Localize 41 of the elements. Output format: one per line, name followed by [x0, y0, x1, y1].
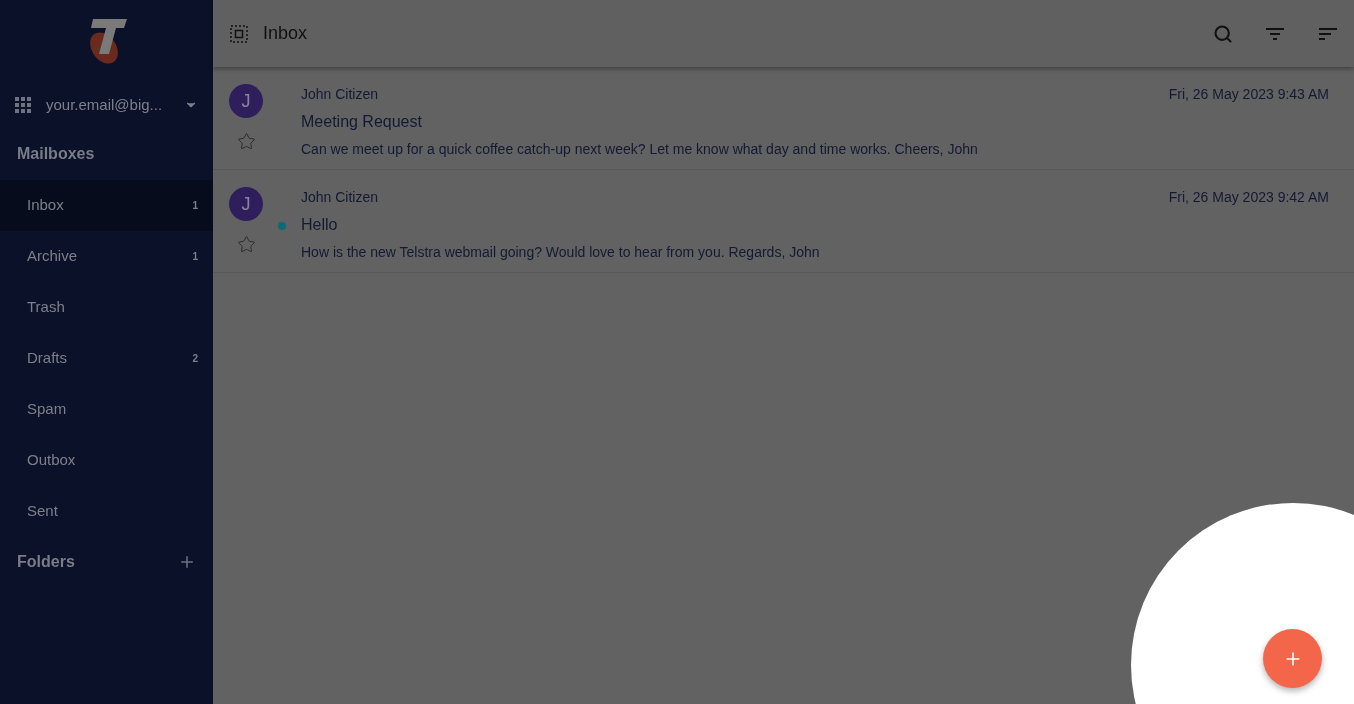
mailboxes-heading: Mailboxes [16, 144, 96, 164]
mailbox-label: Drafts [27, 348, 67, 369]
mailbox-label: Sent [27, 501, 58, 522]
message-date: Fri, 26 May 2023 9:42 AM [1168, 188, 1329, 207]
sender-name: John Citizen [301, 85, 379, 104]
account-email[interactable]: your.email@big... [46, 93, 169, 117]
search-icon[interactable] [1213, 23, 1233, 44]
mailbox-item[interactable]: Spam [0, 384, 213, 435]
select-icon[interactable] [230, 24, 248, 43]
sender-name: John Citizen [301, 188, 379, 207]
mailbox-item[interactable]: Inbox 1 [0, 180, 213, 231]
message-preview: Can we meet up for a quick coffee catch-up next week? Let me know what day and time works. Cheers, John [301, 140, 979, 159]
mailbox-item[interactable]: Drafts 2 [0, 333, 213, 384]
sort-icon[interactable] [1319, 26, 1337, 41]
mailbox-label: Inbox [27, 195, 64, 216]
message-row[interactable]: J John Citizen Fri, 26 May 2023 9:43 AM Meeting Request Can we meet up for a quick coffee catch-up next week? Let me know what day and time works. Cheers, John [213, 67, 1354, 170]
message-subject: Meeting Request [301, 112, 423, 132]
unread-count: 1 [192, 199, 198, 213]
star-icon[interactable] [236, 235, 256, 254]
avatar: J [229, 187, 263, 221]
unread-count: 1 [192, 250, 198, 264]
mailbox-label: Spam [27, 399, 67, 420]
apps-grid-icon[interactable] [15, 97, 31, 113]
mailbox-item[interactable]: Archive 1 [0, 231, 213, 282]
add-folder-icon[interactable] [178, 553, 196, 571]
message-subject: Hello [301, 215, 339, 235]
mailbox-item[interactable]: Sent [0, 486, 213, 537]
mailbox-label: Trash [27, 297, 65, 318]
mailbox-label: Outbox [27, 450, 76, 471]
mailbox-label: Archive [27, 246, 78, 267]
message-row[interactable]: J John Citizen Fri, 26 May 2023 9:42 AM Hello How is the new Telstra webmail going? Would love to hear from you. Regards, John [213, 170, 1354, 273]
mailbox-item[interactable]: Trash [0, 282, 213, 333]
message-date: Fri, 26 May 2023 9:43 AM [1168, 85, 1329, 104]
avatar: J [229, 84, 263, 118]
message-preview: How is the new Telstra webmail going? Would love to hear from you. Regards, John [301, 243, 821, 262]
star-icon[interactable] [236, 132, 256, 151]
unread-count: 2 [192, 352, 198, 366]
mailbox-item[interactable]: Outbox [0, 435, 213, 486]
filter-icon[interactable] [1266, 26, 1284, 41]
folders-heading: Folders [17, 552, 75, 572]
header-title: Inbox [263, 22, 309, 45]
